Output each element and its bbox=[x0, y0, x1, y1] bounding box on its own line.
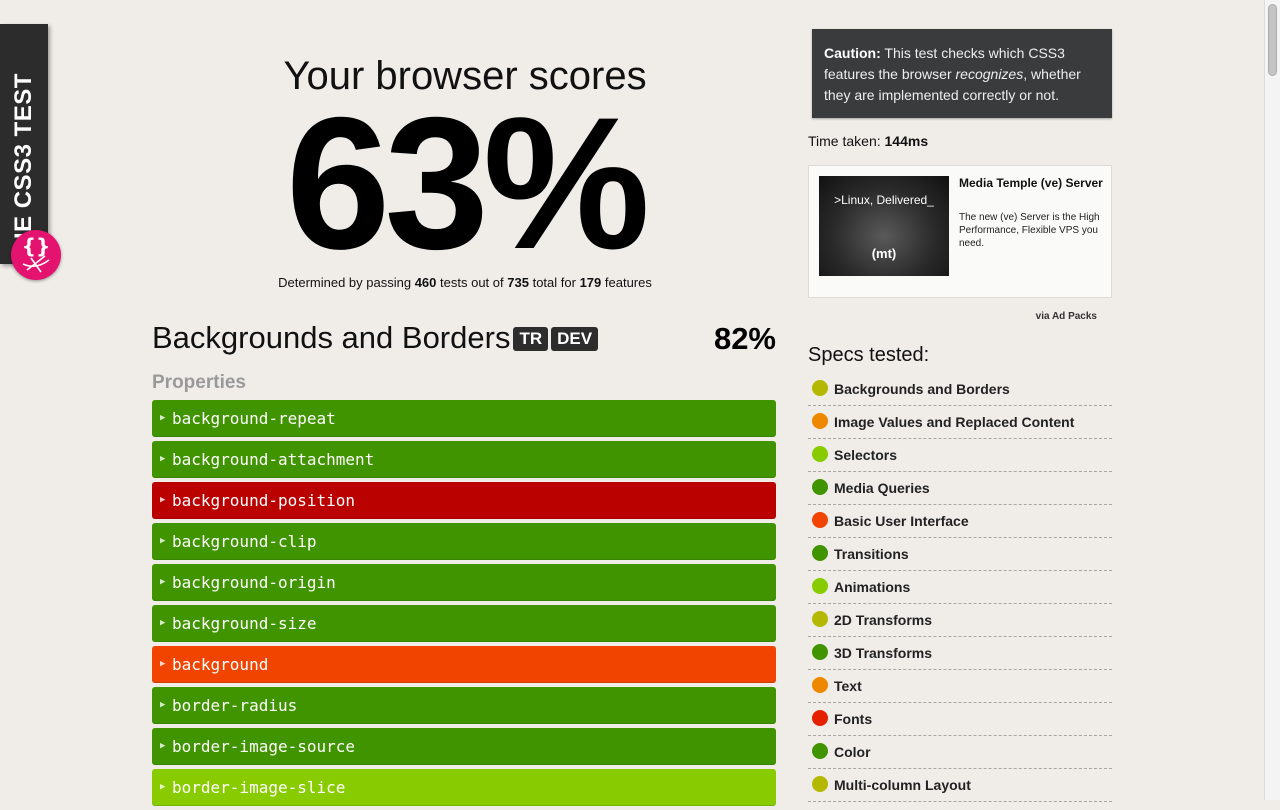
expand-arrow-icon[interactable]: ▶ bbox=[160, 441, 165, 478]
spec-item-label[interactable]: Transitions bbox=[834, 546, 909, 562]
ad-via-link[interactable]: via Ad Packs bbox=[1000, 311, 1097, 322]
property-name: border-image-slice bbox=[172, 778, 346, 797]
spec-score-dot-icon bbox=[812, 479, 828, 495]
spec-item-label[interactable]: Animations bbox=[834, 579, 910, 595]
spec-item[interactable]: Media Queries bbox=[808, 472, 1112, 505]
spec-item[interactable]: 3D Transforms bbox=[808, 637, 1112, 670]
spec-item-label[interactable]: Fonts bbox=[834, 711, 872, 727]
spec-score-dot-icon bbox=[812, 413, 828, 429]
spec-item-label[interactable]: Media Queries bbox=[834, 480, 930, 496]
expand-arrow-icon[interactable]: ▶ bbox=[160, 523, 165, 560]
spec-score-dot-icon bbox=[812, 611, 828, 627]
spec-score-dot-icon bbox=[812, 578, 828, 594]
property-row[interactable]: ▶ background bbox=[152, 646, 776, 683]
property-row[interactable]: ▶ background-size bbox=[152, 605, 776, 642]
property-name: background-size bbox=[172, 614, 317, 633]
total-score: 63% bbox=[285, 78, 650, 288]
spec-item-label[interactable]: Multi-column Layout bbox=[834, 777, 971, 793]
spec-item[interactable]: 2D Transforms bbox=[808, 604, 1112, 637]
property-row[interactable]: ▶ border-radius bbox=[152, 687, 776, 724]
property-name: background-repeat bbox=[172, 409, 336, 428]
spec-item[interactable]: Image Values and Replaced Content bbox=[808, 406, 1112, 439]
site-ribbon[interactable]: THE CSS3 TEST bbox=[0, 24, 48, 265]
expand-arrow-icon[interactable]: ▶ bbox=[160, 482, 165, 519]
tests-passed: 460 bbox=[414, 275, 437, 290]
property-row[interactable]: ▶ background-clip bbox=[152, 523, 776, 560]
ad-box[interactable]: >Linux, Delivered_ (mt) Media Temple (ve… bbox=[808, 165, 1112, 298]
property-name: background-origin bbox=[172, 573, 336, 592]
spec-item-label[interactable]: Text bbox=[834, 678, 862, 694]
property-row[interactable]: ▶ background-repeat bbox=[152, 400, 776, 437]
expand-arrow-icon[interactable]: ▶ bbox=[160, 605, 165, 642]
spec-item[interactable]: Selectors bbox=[808, 439, 1112, 472]
properties-label: Properties bbox=[152, 372, 246, 393]
spec-status-badge-dev[interactable]: DEV bbox=[551, 327, 599, 351]
specs-heading: Specs tested: bbox=[808, 344, 930, 366]
property-name: background-position bbox=[172, 491, 356, 510]
section-score: 82% bbox=[713, 321, 776, 356]
css3-test-logo-icon[interactable]: {} bbox=[11, 230, 61, 280]
spec-score-dot-icon bbox=[812, 677, 828, 693]
caution-notice: Caution: This test checks which CSS3 fea… bbox=[812, 29, 1112, 118]
tests-total: 735 bbox=[507, 275, 529, 290]
spec-score-dot-icon bbox=[812, 380, 828, 396]
spec-status-badge-tr[interactable]: TR bbox=[513, 327, 549, 351]
spec-item-label[interactable]: Selectors bbox=[834, 447, 897, 463]
spec-score-dot-icon bbox=[812, 710, 828, 726]
svg-text:{}: {} bbox=[22, 234, 50, 258]
spec-item[interactable]: Text bbox=[808, 670, 1112, 703]
time-taken-value: 144ms bbox=[884, 133, 929, 149]
property-row[interactable]: ▶ background-position bbox=[152, 482, 776, 519]
ad-image[interactable]: >Linux, Delivered_ (mt) bbox=[819, 176, 949, 276]
spec-item[interactable]: Multi-column Layout bbox=[808, 769, 1112, 802]
expand-arrow-icon[interactable]: ▶ bbox=[160, 687, 165, 724]
spec-score-dot-icon bbox=[812, 545, 828, 561]
property-name: background-clip bbox=[172, 532, 317, 551]
page-scrollbar[interactable] bbox=[1264, 0, 1280, 800]
scrollbar-thumb[interactable] bbox=[1268, 4, 1277, 76]
spec-score-dot-icon bbox=[812, 776, 828, 792]
property-name: background bbox=[172, 655, 269, 674]
spec-item[interactable]: Animations bbox=[808, 571, 1112, 604]
spec-item-label[interactable]: Image Values and Replaced Content bbox=[834, 414, 1074, 430]
properties-list: ▶ background-repeat ▶ background-attachment… bbox=[152, 400, 776, 810]
expand-arrow-icon[interactable]: ▶ bbox=[160, 728, 165, 765]
spec-item[interactable]: Backgrounds and Borders bbox=[808, 373, 1112, 406]
spec-score-dot-icon bbox=[812, 512, 828, 528]
spec-item-label[interactable]: 3D Transforms bbox=[834, 645, 932, 661]
property-row[interactable]: ▶ background-origin bbox=[152, 564, 776, 601]
property-name: border-radius bbox=[172, 696, 298, 715]
expand-arrow-icon[interactable]: ▶ bbox=[160, 769, 165, 806]
property-name: background-attachment bbox=[172, 450, 375, 469]
spec-score-dot-icon bbox=[812, 743, 828, 759]
ad-description: The new (ve) Server is the High Performa… bbox=[959, 212, 1100, 249]
property-name: border-image-source bbox=[172, 737, 356, 756]
spec-item[interactable]: Transitions bbox=[808, 538, 1112, 571]
score-detail: Determined by passing 460 tests out of 7… bbox=[278, 275, 652, 290]
specs-list: Backgrounds and Borders Image Values and … bbox=[808, 373, 1112, 802]
spec-item[interactable]: Basic User Interface bbox=[808, 505, 1112, 538]
property-row[interactable]: ▶ background-attachment bbox=[152, 441, 776, 478]
expand-arrow-icon[interactable]: ▶ bbox=[160, 400, 165, 437]
expand-arrow-icon[interactable]: ▶ bbox=[160, 646, 165, 683]
time-taken: Time taken: 144ms bbox=[808, 133, 929, 149]
expand-arrow-icon[interactable]: ▶ bbox=[160, 564, 165, 601]
spec-score-dot-icon bbox=[812, 446, 828, 462]
spec-item-label[interactable]: Color bbox=[834, 744, 871, 760]
spec-item[interactable]: Fonts bbox=[808, 703, 1112, 736]
section-title: Backgrounds and Borders TR DEV bbox=[152, 320, 599, 356]
ad-title[interactable]: Media Temple (ve) Server bbox=[959, 176, 1104, 191]
property-row[interactable]: ▶ border-image-source bbox=[152, 728, 776, 765]
spec-item-label[interactable]: Basic User Interface bbox=[834, 513, 969, 529]
spec-item-label[interactable]: 2D Transforms bbox=[834, 612, 932, 628]
media-temple-logo: (mt) bbox=[871, 246, 897, 261]
spec-item[interactable]: Color bbox=[808, 736, 1112, 769]
features-count: 179 bbox=[579, 275, 602, 290]
property-row[interactable]: ▶ border-image-slice bbox=[152, 769, 776, 806]
spec-item-label[interactable]: Backgrounds and Borders bbox=[834, 381, 1010, 397]
spec-score-dot-icon bbox=[812, 644, 828, 660]
